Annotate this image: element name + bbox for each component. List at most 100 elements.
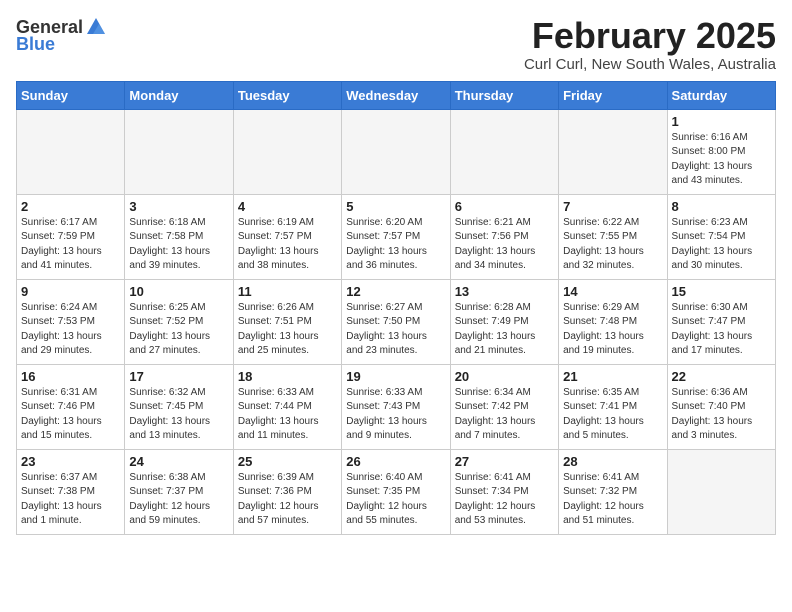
day-info: Sunrise: 6:32 AM Sunset: 7:45 PM Dayligh… [129, 386, 228, 444]
day-number: 13 [455, 284, 554, 299]
week-row-1: 1 Sunrise: 6:16 AM Sunset: 8:00 PM Daylig… [17, 109, 776, 194]
calendar-cell: 5Sunrise: 6:20 AM Sunset: 7:57 PM Daylig… [342, 194, 450, 279]
day-info: Sunrise: 6:20 AM Sunset: 7:57 PM Dayligh… [346, 216, 445, 274]
day-number: 28 [563, 454, 662, 469]
day-info: Sunrise: 6:21 AM Sunset: 7:56 PM Dayligh… [455, 216, 554, 274]
day-number: 4 [238, 199, 337, 214]
calendar-cell: 22 Sunrise: 6:36 AM Sunset: 7:40 PM Dayli… [667, 364, 775, 449]
logo-icon [85, 16, 107, 38]
day-info: Sunrise: 6:23 AM Sunset: 7:54 PM Dayligh… [672, 216, 771, 274]
calendar-cell: 14 Sunrise: 6:29 AM Sunset: 7:48 PM Dayli… [559, 279, 667, 364]
day-info: Sunrise: 6:35 AM Sunset: 7:41 PM Dayligh… [563, 386, 662, 444]
day-number: 11 [238, 284, 337, 299]
day-info: Sunrise: 6:18 AM Sunset: 7:58 PM Dayligh… [129, 216, 228, 274]
calendar-cell: 18Sunrise: 6:33 AM Sunset: 7:44 PM Dayli… [233, 364, 341, 449]
day-number: 27 [455, 454, 554, 469]
day-number: 20 [455, 369, 554, 384]
calendar-cell: 2 Sunrise: 6:17 AM Sunset: 7:59 PM Daylig… [17, 194, 125, 279]
calendar-cell: 19Sunrise: 6:33 AM Sunset: 7:43 PM Dayli… [342, 364, 450, 449]
day-number: 9 [21, 284, 120, 299]
day-number: 17 [129, 369, 228, 384]
day-number: 21 [563, 369, 662, 384]
calendar-subtitle: Curl Curl, New South Wales, Australia [524, 56, 776, 73]
day-number: 8 [672, 199, 771, 214]
calendar-cell: 8 Sunrise: 6:23 AM Sunset: 7:54 PM Daylig… [667, 194, 775, 279]
day-number: 10 [129, 284, 228, 299]
calendar-cell: 13 Sunrise: 6:28 AM Sunset: 7:49 PM Dayli… [450, 279, 558, 364]
day-info: Sunrise: 6:27 AM Sunset: 7:50 PM Dayligh… [346, 301, 445, 359]
day-info: Sunrise: 6:41 AM Sunset: 7:34 PM Dayligh… [455, 471, 554, 529]
calendar-cell: 25Sunrise: 6:39 AM Sunset: 7:36 PM Dayli… [233, 449, 341, 534]
week-row-5: 23 Sunrise: 6:37 AM Sunset: 7:38 PM Dayli… [17, 449, 776, 534]
day-number: 24 [129, 454, 228, 469]
calendar-cell [450, 109, 558, 194]
calendar-cell [342, 109, 450, 194]
calendar-title: February 2025 [524, 16, 776, 56]
week-row-2: 2 Sunrise: 6:17 AM Sunset: 7:59 PM Daylig… [17, 194, 776, 279]
calendar-header-thursday: Thursday [450, 81, 558, 109]
calendar-cell: 16 Sunrise: 6:31 AM Sunset: 7:46 PM Dayli… [17, 364, 125, 449]
calendar-cell [667, 449, 775, 534]
calendar-cell [125, 109, 233, 194]
calendar-header-row: SundayMondayTuesdayWednesdayThursdayFrid… [17, 81, 776, 109]
day-info: Sunrise: 6:37 AM Sunset: 7:38 PM Dayligh… [21, 471, 120, 529]
day-info: Sunrise: 6:34 AM Sunset: 7:42 PM Dayligh… [455, 386, 554, 444]
calendar-cell: 12Sunrise: 6:27 AM Sunset: 7:50 PM Dayli… [342, 279, 450, 364]
day-info: Sunrise: 6:24 AM Sunset: 7:53 PM Dayligh… [21, 301, 120, 359]
calendar-header-friday: Friday [559, 81, 667, 109]
calendar-cell: 4 Sunrise: 6:19 AM Sunset: 7:57 PM Daylig… [233, 194, 341, 279]
day-number: 2 [21, 199, 120, 214]
day-info: Sunrise: 6:29 AM Sunset: 7:48 PM Dayligh… [563, 301, 662, 359]
day-info: Sunrise: 6:22 AM Sunset: 7:55 PM Dayligh… [563, 216, 662, 274]
calendar-header-monday: Monday [125, 81, 233, 109]
day-number: 6 [455, 199, 554, 214]
calendar-cell [17, 109, 125, 194]
calendar-cell: 23 Sunrise: 6:37 AM Sunset: 7:38 PM Dayli… [17, 449, 125, 534]
logo-blue-text: Blue [16, 34, 55, 55]
calendar-cell: 21 Sunrise: 6:35 AM Sunset: 7:41 PM Dayli… [559, 364, 667, 449]
week-row-4: 16 Sunrise: 6:31 AM Sunset: 7:46 PM Dayli… [17, 364, 776, 449]
title-block: February 2025 Curl Curl, New South Wales… [524, 16, 776, 73]
day-info: Sunrise: 6:17 AM Sunset: 7:59 PM Dayligh… [21, 216, 120, 274]
calendar-cell: 3Sunrise: 6:18 AM Sunset: 7:58 PM Daylig… [125, 194, 233, 279]
calendar-cell: 9 Sunrise: 6:24 AM Sunset: 7:53 PM Daylig… [17, 279, 125, 364]
calendar-cell: 26 Sunrise: 6:40 AM Sunset: 7:35 PM Dayli… [342, 449, 450, 534]
week-row-3: 9 Sunrise: 6:24 AM Sunset: 7:53 PM Daylig… [17, 279, 776, 364]
day-number: 19 [346, 369, 445, 384]
day-number: 1 [672, 114, 771, 129]
day-number: 22 [672, 369, 771, 384]
day-info: Sunrise: 6:19 AM Sunset: 7:57 PM Dayligh… [238, 216, 337, 274]
calendar-table: SundayMondayTuesdayWednesdayThursdayFrid… [16, 81, 776, 535]
day-number: 14 [563, 284, 662, 299]
day-number: 16 [21, 369, 120, 384]
day-info: Sunrise: 6:26 AM Sunset: 7:51 PM Dayligh… [238, 301, 337, 359]
day-info: Sunrise: 6:30 AM Sunset: 7:47 PM Dayligh… [672, 301, 771, 359]
day-info: Sunrise: 6:28 AM Sunset: 7:49 PM Dayligh… [455, 301, 554, 359]
day-number: 15 [672, 284, 771, 299]
header: General Blue February 2025 Curl Curl, Ne… [16, 16, 776, 73]
day-info: Sunrise: 6:39 AM Sunset: 7:36 PM Dayligh… [238, 471, 337, 529]
calendar-cell [233, 109, 341, 194]
calendar-header-saturday: Saturday [667, 81, 775, 109]
day-info: Sunrise: 6:36 AM Sunset: 7:40 PM Dayligh… [672, 386, 771, 444]
calendar-cell: 7 Sunrise: 6:22 AM Sunset: 7:55 PM Daylig… [559, 194, 667, 279]
calendar-cell: 1 Sunrise: 6:16 AM Sunset: 8:00 PM Daylig… [667, 109, 775, 194]
day-info: Sunrise: 6:40 AM Sunset: 7:35 PM Dayligh… [346, 471, 445, 529]
calendar-cell [559, 109, 667, 194]
day-number: 7 [563, 199, 662, 214]
day-info: Sunrise: 6:25 AM Sunset: 7:52 PM Dayligh… [129, 301, 228, 359]
calendar-header-wednesday: Wednesday [342, 81, 450, 109]
calendar-cell: 11 Sunrise: 6:26 AM Sunset: 7:51 PM Dayli… [233, 279, 341, 364]
day-info: Sunrise: 6:38 AM Sunset: 7:37 PM Dayligh… [129, 471, 228, 529]
day-number: 23 [21, 454, 120, 469]
calendar-cell: 10 Sunrise: 6:25 AM Sunset: 7:52 PM Dayli… [125, 279, 233, 364]
calendar-cell: 20 Sunrise: 6:34 AM Sunset: 7:42 PM Dayli… [450, 364, 558, 449]
day-info: Sunrise: 6:16 AM Sunset: 8:00 PM Dayligh… [672, 131, 771, 189]
calendar-cell: 15 Sunrise: 6:30 AM Sunset: 7:47 PM Dayli… [667, 279, 775, 364]
calendar-cell: 28Sunrise: 6:41 AM Sunset: 7:32 PM Dayli… [559, 449, 667, 534]
calendar-header-tuesday: Tuesday [233, 81, 341, 109]
day-info: Sunrise: 6:31 AM Sunset: 7:46 PM Dayligh… [21, 386, 120, 444]
day-info: Sunrise: 6:33 AM Sunset: 7:44 PM Dayligh… [238, 386, 337, 444]
calendar-cell: 24 Sunrise: 6:38 AM Sunset: 7:37 PM Dayli… [125, 449, 233, 534]
day-number: 26 [346, 454, 445, 469]
